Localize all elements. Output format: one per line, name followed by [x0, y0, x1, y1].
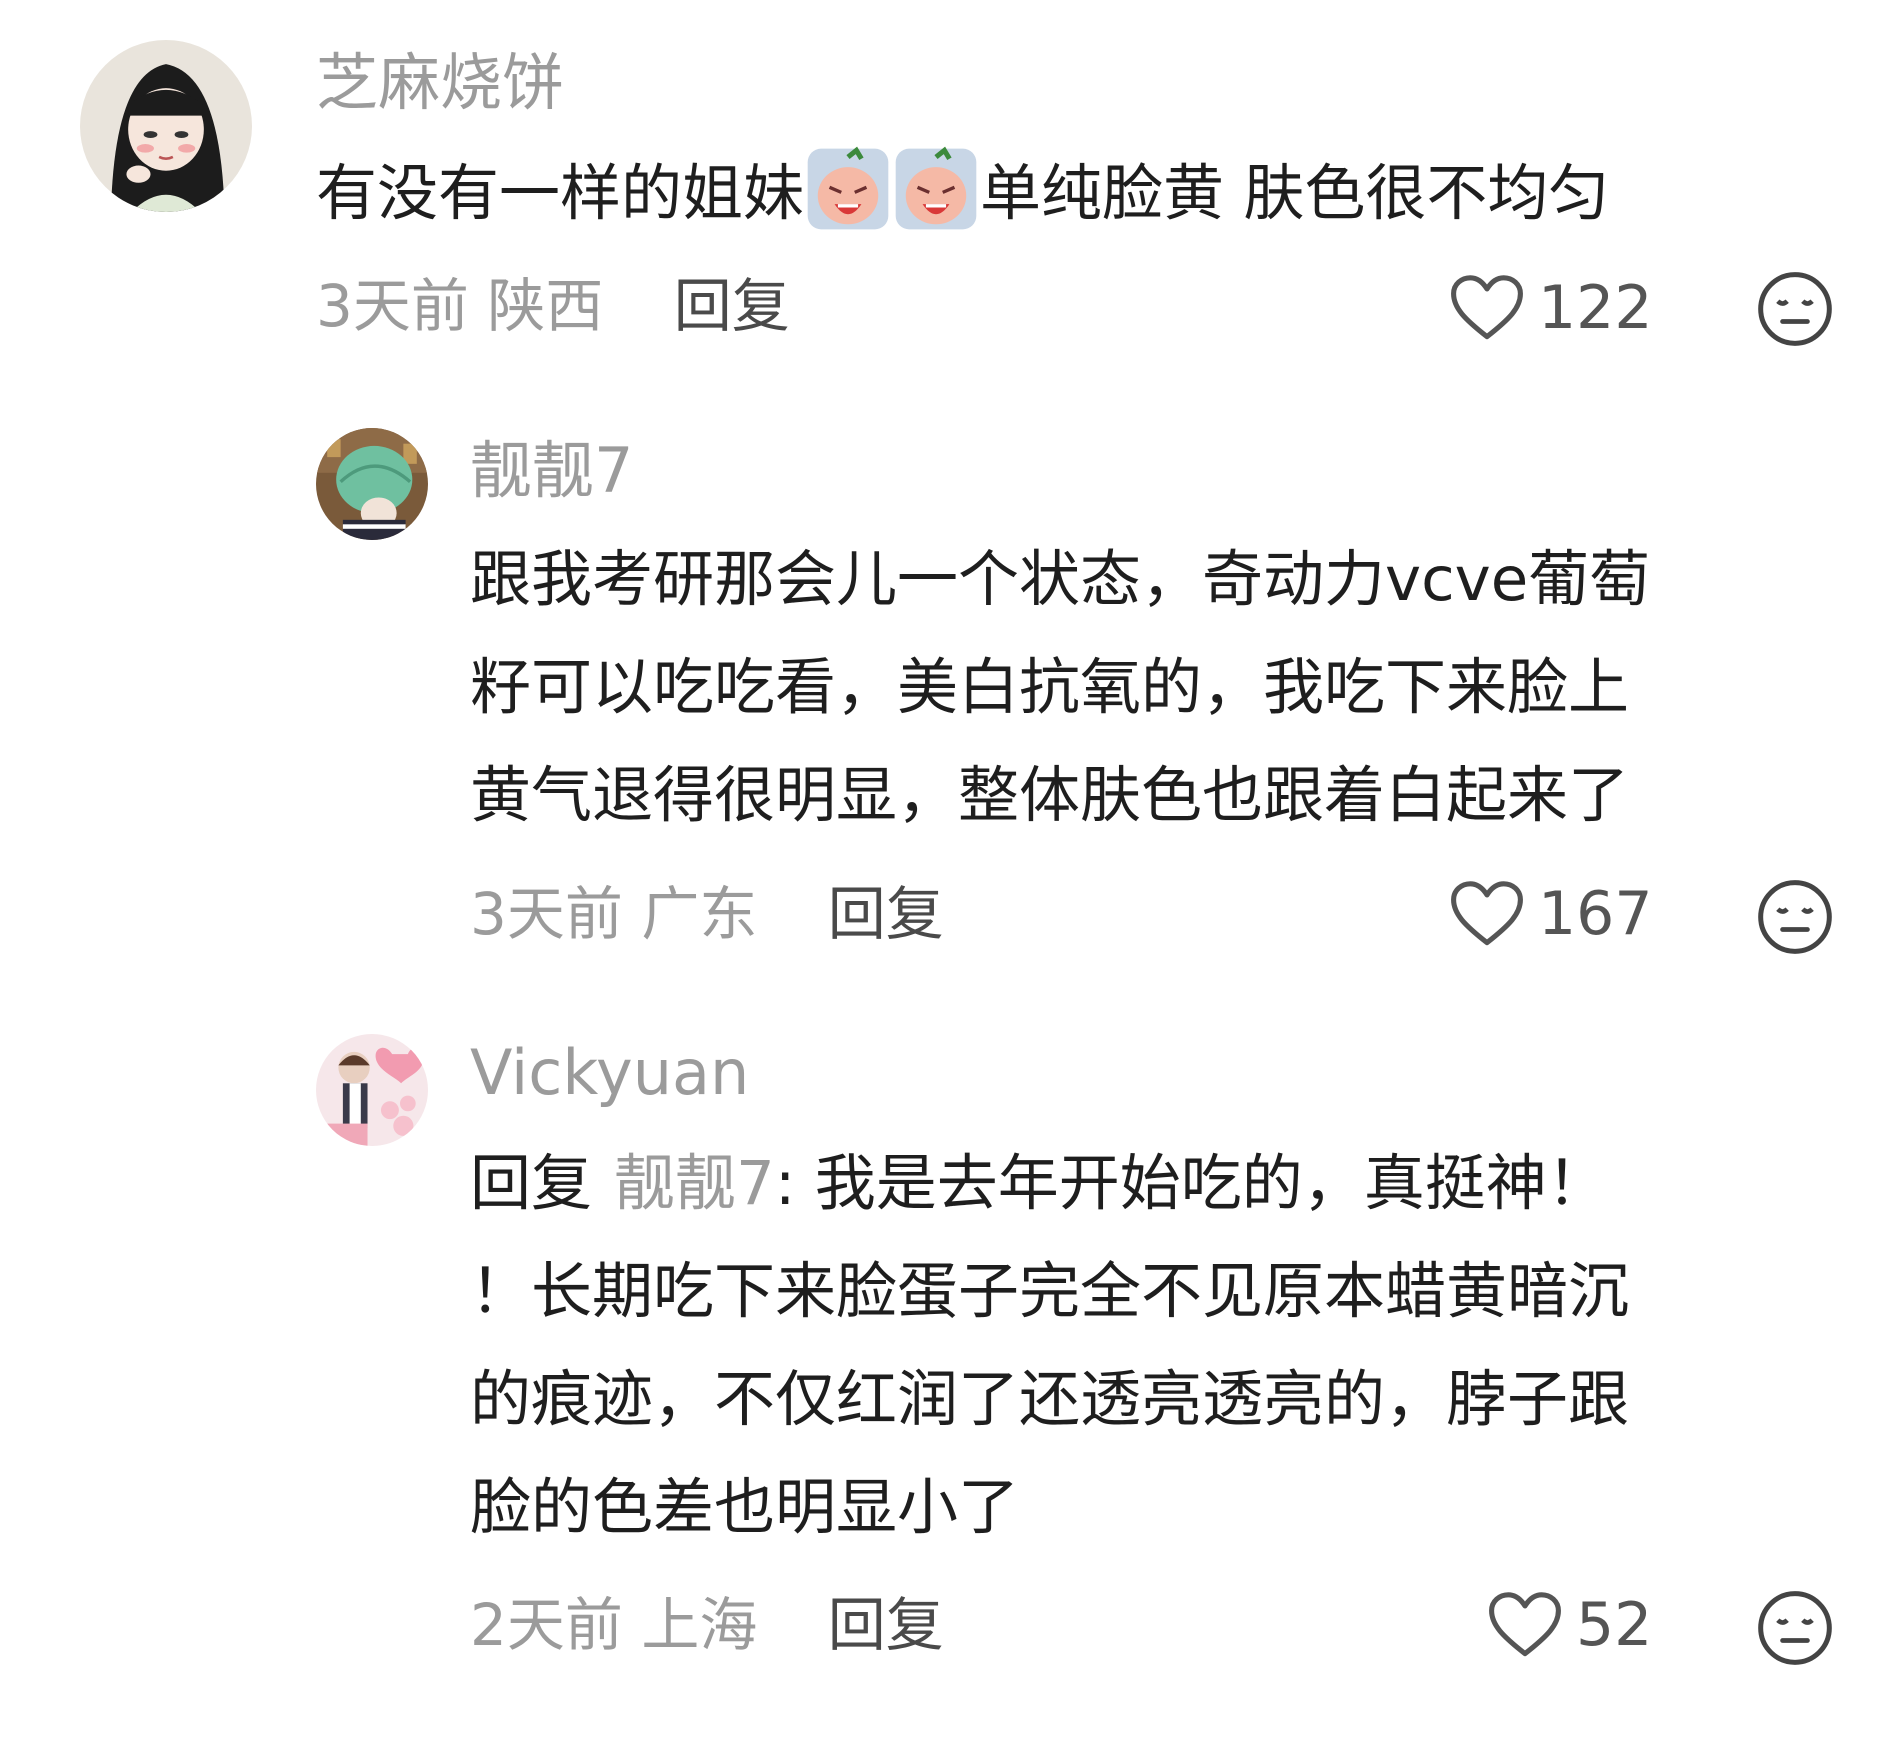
timestamp: 2天前 — [470, 1591, 623, 1659]
like-button[interactable]: 122 — [1448, 273, 1653, 343]
meh-face-icon[interactable] — [1756, 1589, 1834, 1667]
comment-line: 回复 靓靓7: 我是去年开始吃的，真挺神！ — [470, 1130, 1629, 1238]
comment-line: 黄气退得很明显，整体肤色也跟着白起来了 — [470, 760, 1630, 831]
comment-text: 有没有一样的姐妹 单纯脸黄 肤色很不均匀 — [316, 140, 1609, 248]
heart-outline-icon — [1451, 881, 1523, 946]
comment-line: 籽可以吃吃看，美白抗氧的，我吃下来脸上 — [470, 652, 1630, 723]
comment-line: ！长期吃下来脸蛋子完全不见原本蜡黄暗沉 — [470, 1256, 1630, 1327]
comment-line: 的痕迹，不仅红润了还透亮透亮的，脖子跟 — [470, 1364, 1630, 1435]
username[interactable]: Vickyuan — [470, 1042, 749, 1104]
like-count: 122 — [1538, 273, 1653, 343]
comment-meta: 3天前 广东 回复 — [470, 885, 944, 943]
like-button[interactable]: 167 — [1448, 879, 1653, 949]
comment-line: 脸的色差也明显小了 — [470, 1472, 1020, 1543]
avatar-user-2[interactable] — [316, 428, 428, 540]
comment-text-part: 单纯脸黄 肤色很不均匀 — [980, 158, 1610, 229]
reply-prefix: 回复 — [470, 1148, 593, 1219]
reply-colon: : — [774, 1148, 815, 1219]
meh-face-icon[interactable] — [1756, 270, 1834, 348]
comment-line-text: 我是去年开始吃的，真挺神！ — [814, 1148, 1608, 1219]
heart-outline-icon — [1451, 275, 1523, 340]
like-count: 52 — [1576, 1590, 1653, 1660]
location: 广东 — [641, 880, 758, 948]
comment-text: 回复 靓靓7: 我是去年开始吃的，真挺神！ ！长期吃下来脸蛋子完全不见原本蜡黄暗沉… — [470, 1130, 1629, 1562]
like-count: 167 — [1538, 879, 1653, 949]
avatar-user-3[interactable] — [316, 1034, 428, 1146]
username[interactable]: 芝麻烧饼 — [316, 52, 564, 114]
avatar-user-1[interactable] — [80, 40, 252, 212]
location: 陕西 — [487, 272, 604, 340]
timestamp: 3天前 — [316, 272, 469, 340]
heart-outline-icon — [1489, 1592, 1561, 1657]
comment-meta: 3天前 陕西 回复 — [316, 277, 790, 335]
crying-face-emoji — [806, 146, 890, 232]
location: 上海 — [641, 1591, 758, 1659]
reply-to-mention[interactable]: 靓靓7 — [614, 1148, 775, 1219]
reply-button[interactable]: 回复 — [674, 272, 790, 340]
meh-face-icon[interactable] — [1756, 878, 1834, 956]
comment-meta: 2天前 上海 回复 — [470, 1596, 944, 1654]
reply-button[interactable]: 回复 — [828, 1591, 944, 1659]
username[interactable]: 靓靓7 — [470, 440, 633, 502]
comment-text-part: 有没有一样的姐妹 — [316, 158, 805, 229]
reply-button[interactable]: 回复 — [828, 880, 944, 948]
timestamp: 3天前 — [470, 880, 623, 948]
comment-text: 跟我考研那会儿一个状态，奇动力vcve葡萄 籽可以吃吃看，美白抗氧的，我吃下来脸… — [470, 526, 1650, 850]
like-button[interactable]: 52 — [1486, 1590, 1652, 1660]
comment-line: 跟我考研那会儿一个状态，奇动力vcve葡萄 — [470, 544, 1651, 615]
crying-face-emoji — [894, 146, 978, 232]
